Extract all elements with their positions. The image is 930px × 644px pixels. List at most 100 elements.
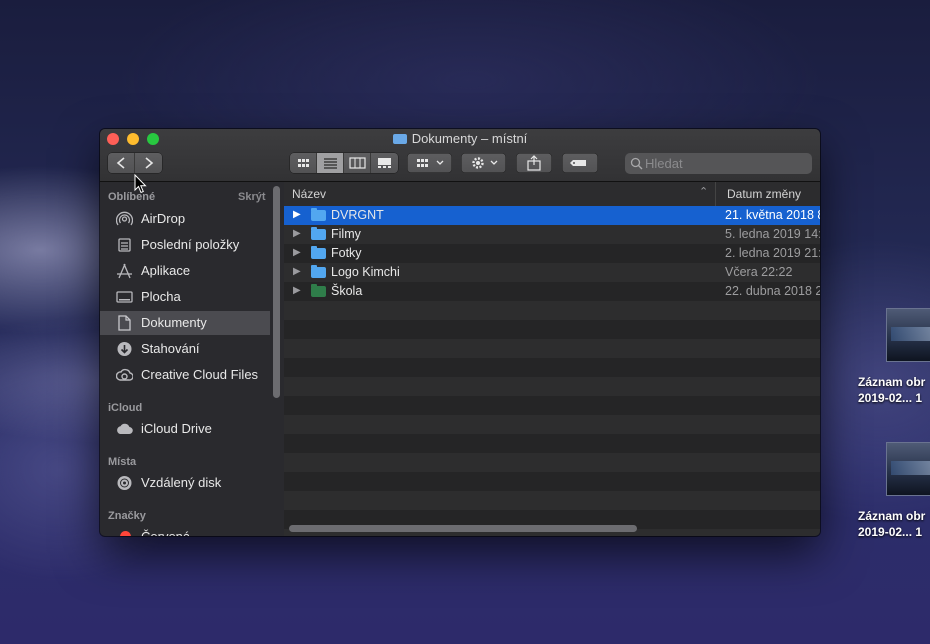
recents-icon [118, 238, 131, 252]
file-date: 22. dubna 2018 2 [725, 284, 820, 298]
group-button[interactable] [407, 153, 452, 173]
file-date: 5. ledna 2019 14: [725, 227, 820, 241]
hide-favorites-link[interactable]: Skrýt [238, 191, 266, 203]
desktop-icon [116, 291, 133, 303]
gallery-icon [378, 158, 391, 168]
red-tag-icon [120, 531, 131, 536]
folder-icon [311, 284, 326, 297]
documents-icon [118, 315, 131, 331]
sidebar-item-label: Aplikace [141, 263, 191, 278]
list-view-button[interactable] [317, 153, 344, 173]
folder-icon [311, 246, 326, 259]
search-input[interactable] [645, 155, 805, 172]
icloud-header: iCloud [108, 402, 143, 414]
favorites-header: Oblíbené [108, 191, 156, 203]
disclosure-triangle-icon[interactable]: ▶ [293, 228, 301, 239]
disclosure-triangle-icon[interactable]: ▶ [293, 266, 301, 277]
folder-icon [311, 227, 326, 240]
disclosure-triangle-icon[interactable]: ▶ [293, 209, 301, 220]
nav-buttons [108, 153, 162, 173]
gallery-view-button[interactable] [371, 153, 398, 173]
horizontal-scrollbar[interactable] [289, 525, 637, 532]
icon-view-button[interactable] [290, 153, 317, 173]
applications-icon [117, 263, 132, 279]
view-switcher [290, 153, 398, 173]
sidebar-item-icloud-drive[interactable]: iCloud Drive [100, 417, 270, 441]
desktop-file-label: Záznam obr 2019-02... 1 [858, 509, 926, 539]
sidebar-item-documents[interactable]: Dokumenty [100, 311, 270, 335]
file-date: Včera 22:22 [725, 265, 793, 279]
file-date: 21. května 2018 8 [725, 208, 820, 222]
tags-header: Značky [108, 510, 146, 522]
list-icon [324, 158, 337, 169]
table-row[interactable]: ▶ Logo Kimchi Včera 22:22 [284, 263, 820, 282]
column-view-button[interactable] [344, 153, 371, 173]
file-date: 2. ledna 2019 21: [725, 246, 820, 260]
column-name-header[interactable]: Název [292, 187, 326, 201]
share-icon [527, 155, 541, 171]
disclosure-triangle-icon[interactable]: ▶ [293, 285, 301, 296]
sidebar-item-label: Plocha [141, 289, 181, 304]
search-field[interactable] [625, 153, 812, 174]
screen-recording-thumbnail [886, 442, 930, 496]
finder-window: Dokumenty – místní Hledat Oblíbené Skrýt… [100, 129, 820, 536]
forward-button[interactable] [135, 153, 162, 173]
disk-icon [117, 476, 132, 490]
search-icon [630, 157, 643, 170]
sidebar-item-remote-disc[interactable]: Vzdálený disk [100, 471, 270, 495]
table-row[interactable]: ▶ DVRGNT 21. května 2018 8 [284, 206, 820, 225]
file-list: Název ⌃ Datum změny ▶ DVRGNT 21. května … [284, 182, 820, 536]
columns-icon [349, 157, 366, 169]
share-button[interactable] [516, 153, 552, 173]
column-date-header[interactable]: Datum změny [727, 187, 801, 201]
sidebar-item-creative-cloud[interactable]: Creative Cloud Files [100, 363, 270, 387]
table-row[interactable]: ▶ Škola 22. dubna 2018 2 [284, 282, 820, 301]
sidebar-item-label: iCloud Drive [141, 421, 212, 436]
column-divider[interactable] [715, 182, 716, 206]
tag-button[interactable] [562, 153, 598, 173]
screen-recording-thumbnail [886, 308, 930, 362]
sidebar-scrollbar[interactable] [273, 186, 280, 398]
airdrop-icon [116, 211, 133, 226]
folder-icon [311, 208, 326, 221]
sidebar-item-desktop[interactable]: Plocha [100, 285, 270, 309]
places-header: Místa [108, 456, 137, 468]
grid-dropdown-icon [417, 159, 444, 167]
creative-cloud-icon [116, 368, 133, 381]
chevron-left-icon [116, 157, 125, 169]
toolbar: Dokumenty – místní [100, 129, 820, 182]
sidebar-item-label: Dokumenty [141, 315, 207, 330]
sidebar: Oblíbené Skrýt AirDrop Poslední položky … [100, 182, 284, 536]
table-row[interactable]: ▶ Filmy 5. ledna 2019 14: [284, 225, 820, 244]
folder-icon [311, 265, 326, 278]
sidebar-item-label: AirDrop [141, 211, 186, 226]
gear-icon [472, 157, 498, 169]
sidebar-item-airdrop[interactable]: AirDrop [100, 207, 270, 231]
mouse-pointer-icon [134, 174, 147, 194]
chevron-right-icon [145, 157, 154, 169]
sidebar-item-label: Vzdálený disk [141, 475, 222, 490]
back-button[interactable] [108, 153, 135, 173]
sidebar-item-recents[interactable]: Poslední položky [100, 233, 270, 257]
sort-ascending-icon: ⌃ [699, 186, 709, 198]
action-button[interactable] [461, 153, 506, 173]
file-name: Filmy [331, 227, 361, 241]
file-name: Fotky [331, 246, 362, 260]
folder-icon [392, 134, 407, 144]
sidebar-item-label: Creative Cloud Files [141, 367, 259, 382]
sidebar-item-downloads[interactable]: Stahování [100, 337, 270, 361]
disclosure-triangle-icon[interactable]: ▶ [293, 247, 301, 258]
file-name: Logo Kimchi [331, 265, 400, 279]
grid-icon [298, 159, 309, 167]
tag-icon [570, 160, 586, 166]
file-name: Škola [331, 284, 363, 298]
sidebar-item-applications[interactable]: Aplikace [100, 259, 270, 283]
table-row[interactable]: ▶ Fotky 2. ledna 2019 21: [284, 244, 820, 263]
downloads-icon [117, 342, 132, 356]
sidebar-item-label: Stahování [141, 341, 200, 356]
column-header: Název ⌃ Datum změny [284, 182, 820, 207]
window-title: Dokumenty – místní [100, 131, 820, 146]
sidebar-item-label: Červená [141, 525, 190, 536]
sidebar-item-tag-red[interactable]: Červená [100, 525, 270, 536]
desktop-file-label: Záznam obr 2019-02... 1 [858, 375, 926, 405]
